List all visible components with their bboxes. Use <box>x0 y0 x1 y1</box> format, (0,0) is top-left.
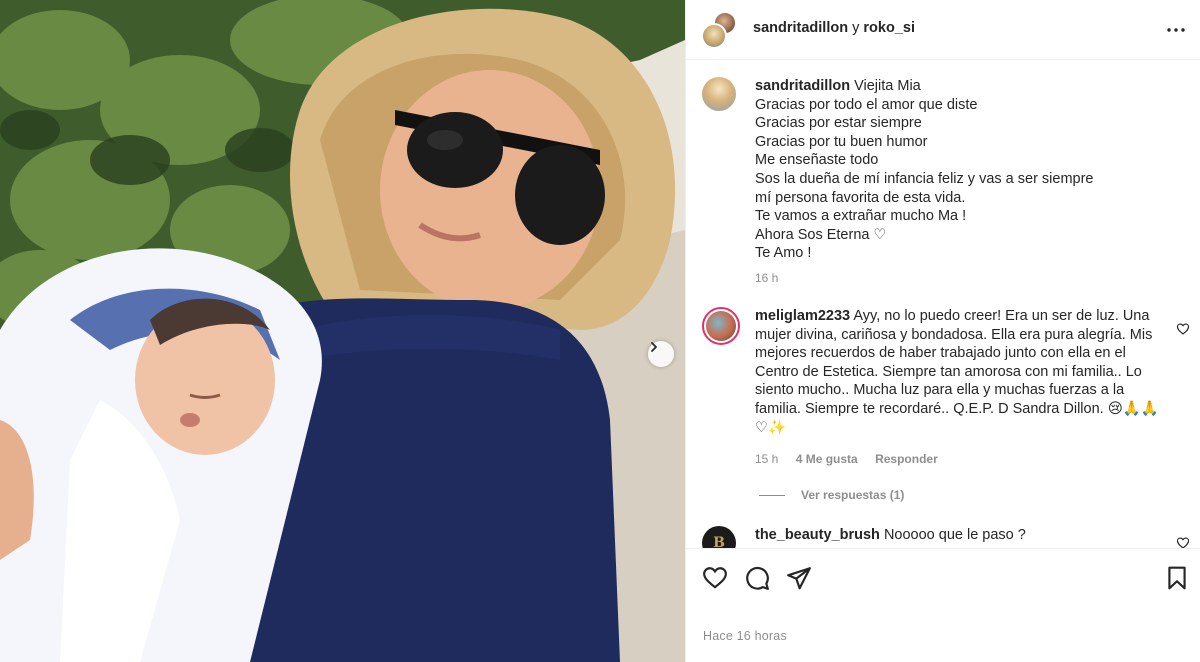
caption-line: Ahora Sos Eterna ♡ <box>755 226 887 243</box>
caption-line: Viejita Mia <box>854 78 921 94</box>
caption-line: Gracias por tu buen humor <box>755 133 928 150</box>
view-replies-button[interactable]: Ver respuestas (1) <box>759 488 904 502</box>
comments-list[interactable]: sandritadillon Viejita Mia Gracias por t… <box>686 61 1200 548</box>
comment-username[interactable]: the_beauty_brush <box>755 527 880 543</box>
caption-time[interactable]: 16 h <box>755 271 778 285</box>
more-options-button[interactable] <box>1164 18 1188 42</box>
comment-text: meliglam2233 Ayy, no lo puedo creer! Era… <box>755 307 1175 437</box>
comment-text: the_beauty_brush Nooooo que le paso ? <box>755 526 1175 545</box>
caption-line: mí persona favorita de esta vida. <box>755 189 966 206</box>
caption-line: Te Amo ! <box>755 245 812 262</box>
collab-joiner: y <box>848 20 864 36</box>
post-timestamp[interactable]: Hace 16 horas <box>703 629 787 643</box>
author-username-link[interactable]: sandritadillon <box>753 20 848 36</box>
comment-line: siento mucho.. Mucha luz para ella y muc… <box>755 382 1125 399</box>
replies-divider <box>759 494 785 496</box>
comment-line: Ayy, no lo puedo creer! Era un ser de lu… <box>853 308 1150 324</box>
caption-line: Gracias por estar siempre <box>755 115 922 132</box>
post-side-panel: sandritadillon y roko_si sandritadillon … <box>685 0 1200 662</box>
comment-line: ♡✨ <box>755 419 787 436</box>
comment-line: familia. Siempre te recordaré.. Q.E.P. D… <box>755 400 1159 417</box>
avatar[interactable]: B <box>702 526 736 548</box>
comment-meta: 15 h 4 Me gusta Responder <box>755 452 952 466</box>
heart-icon[interactable] <box>702 565 728 591</box>
more-horizontal-icon <box>1167 28 1185 32</box>
comment-icon[interactable] <box>744 565 770 591</box>
comment-line: Centro de Estetica. Siempre tan amorosa … <box>755 363 1142 380</box>
next-photo-button[interactable] <box>648 341 674 367</box>
avatar-letter: B <box>713 535 725 548</box>
avatar-primary <box>701 23 727 49</box>
chevron-right-icon <box>651 342 657 352</box>
comment-likes[interactable]: 4 Me gusta <box>796 452 858 466</box>
caption-line: Gracias por todo el amor que diste <box>755 96 978 113</box>
caption-line: Me enseñaste todo <box>755 152 879 169</box>
post-author-line: sandritadillon y roko_si <box>753 20 915 36</box>
collab-avatars[interactable] <box>701 11 739 49</box>
caption-text: sandritadillon Viejita Mia Gracias por t… <box>755 77 1175 263</box>
caption-meta: 16 h <box>755 271 792 285</box>
caption-line: Te vamos a extrañar mucho Ma ! <box>755 208 967 225</box>
avatar[interactable] <box>702 307 740 345</box>
reply-button[interactable]: Responder <box>875 452 938 466</box>
comment-line: Nooooo que le paso ? <box>883 527 1026 543</box>
view-replies-label: Ver respuestas (1) <box>801 488 905 502</box>
collab-username-link[interactable]: roko_si <box>863 20 915 36</box>
bookmark-icon[interactable] <box>1164 565 1190 591</box>
photo-illustration <box>0 0 685 662</box>
heart-icon[interactable] <box>1176 322 1190 336</box>
send-icon[interactable] <box>786 565 812 591</box>
comment-line: mejores recuerdos de haber trabajado jun… <box>755 345 1126 362</box>
avatar[interactable] <box>702 77 736 111</box>
caption-username[interactable]: sandritadillon <box>755 78 850 94</box>
caption-line: Sos la dueña de mí infancia feliz y vas … <box>755 170 1094 187</box>
comment-time[interactable]: 15 h <box>755 452 778 466</box>
post-photo[interactable] <box>0 0 685 662</box>
post-header: sandritadillon y roko_si <box>686 0 1200 60</box>
post-actions: Hace 16 horas <box>686 548 1200 662</box>
comment-username[interactable]: meliglam2233 <box>755 308 850 324</box>
comment-line: mujer divina, cariñosa y bondadosa. Ella… <box>755 326 1153 343</box>
heart-icon[interactable] <box>1176 536 1190 548</box>
